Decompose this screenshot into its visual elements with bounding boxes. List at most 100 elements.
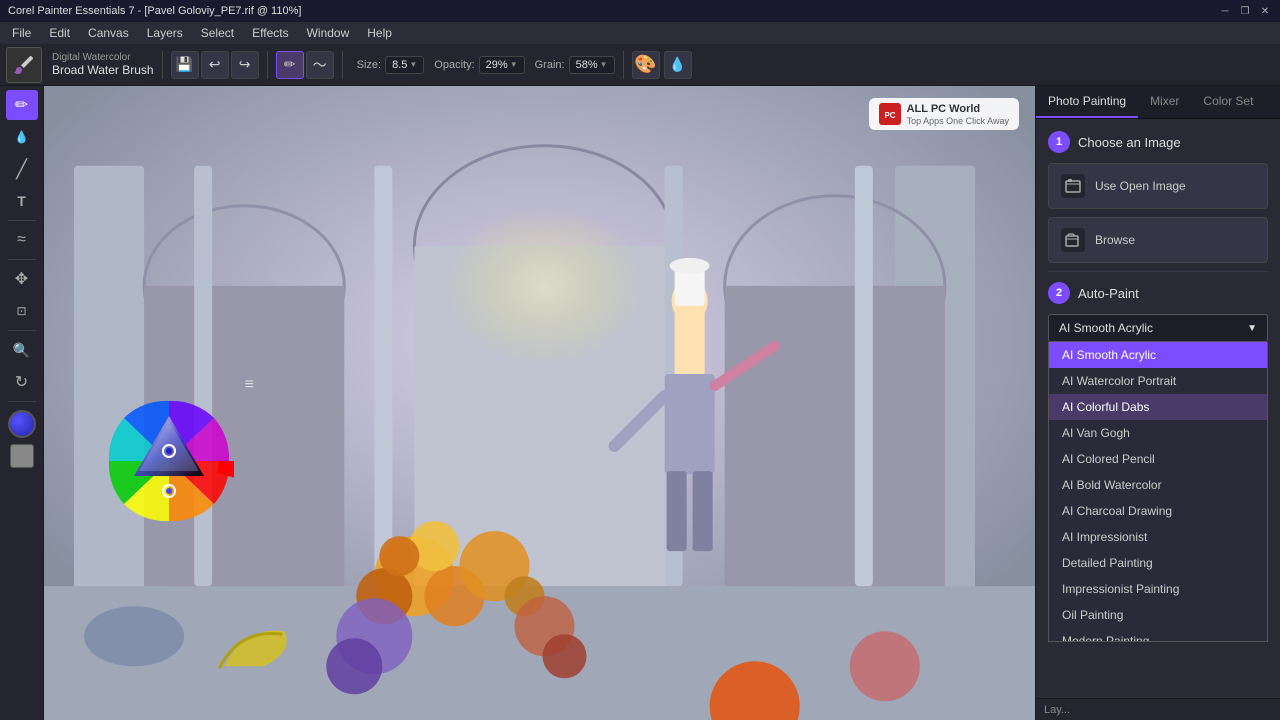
tab-photo-painting[interactable]: Photo Painting (1036, 86, 1138, 118)
menu-window[interactable]: Window (299, 24, 358, 42)
dropdown-item-colored-pencil[interactable]: AI Colored Pencil (1049, 446, 1267, 472)
use-open-image-button[interactable]: Use Open Image (1048, 163, 1268, 209)
tool-separator-3 (8, 330, 36, 331)
step2-header: 2 Auto-Paint (1048, 282, 1268, 304)
step1-circle: 1 (1048, 131, 1070, 153)
opacity-value[interactable]: 29% ▼ (479, 56, 525, 74)
watermark: PC ALL PC World Top Apps One Click Away (869, 98, 1019, 130)
tool-crop[interactable]: ⊡ (6, 296, 38, 326)
canvas-area[interactable]: ≡ (44, 86, 1035, 720)
step1-header: 1 Choose an Image (1048, 131, 1268, 153)
brush-preview[interactable] (6, 47, 42, 83)
dropdown-item-charcoal-drawing[interactable]: AI Charcoal Drawing (1049, 498, 1267, 524)
step2-label: Auto-Paint (1078, 286, 1139, 301)
size-value[interactable]: 8.5 ▼ (385, 56, 424, 74)
tab-mixer[interactable]: Mixer (1138, 86, 1191, 118)
browse-icon (1061, 228, 1085, 252)
tool-transform[interactable]: ✥ (6, 264, 38, 294)
opacity-label: Opacity: (434, 59, 474, 71)
dropdown-item-detailed-painting[interactable]: Detailed Painting (1049, 550, 1267, 576)
toolbar-separator-1 (162, 51, 163, 79)
save-button[interactable]: 💾 (171, 51, 199, 79)
dropdown-item-watercolor-portrait[interactable]: AI Watercolor Portrait (1049, 368, 1267, 394)
opacity-arrow: ▼ (510, 60, 518, 69)
grain-label: Grain: (535, 59, 565, 71)
color-wheel[interactable] (104, 396, 234, 526)
browse-label: Browse (1095, 233, 1135, 247)
dropdown-item-colorful-dabs[interactable]: AI Colorful Dabs (1049, 394, 1267, 420)
use-open-image-icon (1061, 174, 1085, 198)
use-open-image-label: Use Open Image (1095, 179, 1186, 193)
tool-dropper[interactable]: 💧 (6, 122, 38, 152)
tool-separator-2 (8, 259, 36, 260)
brush-name: Broad Water Brush (52, 63, 154, 77)
menu-bar: File Edit Canvas Layers Select Effects W… (0, 22, 1280, 44)
menu-layers[interactable]: Layers (139, 24, 191, 42)
grain-arrow: ▼ (600, 60, 608, 69)
left-tool-panel: ✏ 💧 ╱ T ≈ ✥ ⊡ 🔍 ↻ (0, 86, 44, 720)
dropdown-item-bold-watercolor[interactable]: AI Bold Watercolor (1049, 472, 1267, 498)
tool-line[interactable]: ╱ (6, 154, 38, 184)
watermark-text-block: ALL PC World Top Apps One Click Away (907, 102, 1009, 126)
dropdown-item-smooth-acrylic[interactable]: AI Smooth Acrylic (1049, 342, 1267, 368)
minimize-button[interactable]: ─ (1218, 4, 1232, 18)
menu-canvas[interactable]: Canvas (80, 24, 137, 42)
app-title: Corel Painter Essentials 7 - [Pavel Golo… (8, 5, 301, 17)
watermark-subtitle: Top Apps One Click Away (907, 116, 1009, 126)
menu-file[interactable]: File (4, 24, 39, 42)
watermark-logo: PC (879, 103, 901, 125)
size-label: Size: (357, 59, 381, 71)
tool-text[interactable]: T (6, 186, 38, 216)
menu-help[interactable]: Help (359, 24, 400, 42)
tool-blender[interactable]: ≈ (6, 225, 38, 255)
layers-stub-text: Lay... (1044, 704, 1070, 716)
paper-swatch[interactable] (10, 444, 34, 468)
restore-button[interactable]: ❐ (1238, 4, 1252, 18)
browse-button[interactable]: Browse (1048, 217, 1268, 263)
tool-separator-4 (8, 401, 36, 402)
dropdown-item-impressionist[interactable]: AI Impressionist (1049, 524, 1267, 550)
menu-select[interactable]: Select (193, 24, 242, 42)
undo-button[interactable]: ↩ (201, 51, 229, 79)
blender-tool-btn[interactable]: 〜 (306, 51, 334, 79)
grain-value[interactable]: 58% ▼ (569, 56, 615, 74)
brush-category: Digital Watercolor (52, 52, 154, 63)
dropdown-chevron-icon: ▼ (1247, 323, 1257, 334)
brush-tools: ✏ 〜 (276, 51, 334, 79)
dropdown-item-impressionist-painting[interactable]: Impressionist Painting (1049, 576, 1267, 602)
menu-effects[interactable]: Effects (244, 24, 296, 42)
layers-panel-stub: Lay... (1036, 698, 1280, 720)
eyedropper-btn[interactable]: 💧 (664, 51, 692, 79)
brush-tool-btn[interactable]: ✏ (276, 51, 304, 79)
color-picker-btn[interactable]: 🎨 (632, 51, 660, 79)
toolbar: Digital Watercolor Broad Water Brush 💾 ↩… (0, 44, 1280, 86)
tool-rotate[interactable]: ↻ (6, 367, 38, 397)
dropdown-selected-value: AI Smooth Acrylic (1059, 321, 1153, 335)
toolbar-separator-4 (623, 51, 624, 79)
color-wheel-menu[interactable]: ≡ (245, 376, 254, 394)
window-controls: ─ ❐ ✕ (1218, 4, 1272, 18)
right-panel: Photo Painting Mixer Color Set 1 Choose … (1035, 86, 1280, 720)
toolbar-separator-2 (267, 51, 268, 79)
svg-text:PC: PC (884, 111, 895, 120)
watermark-title: ALL PC World (907, 102, 1009, 116)
step2-circle: 2 (1048, 282, 1070, 304)
dropdown-item-modern-painting[interactable]: Modern Painting (1049, 628, 1267, 642)
color-swatch-foreground[interactable] (8, 410, 36, 438)
title-bar: Corel Painter Essentials 7 - [Pavel Golo… (0, 0, 1280, 22)
tab-color-set[interactable]: Color Set (1191, 86, 1265, 118)
dropdown-item-van-gogh[interactable]: AI Van Gogh (1049, 420, 1267, 446)
tool-brush[interactable]: ✏ (6, 90, 38, 120)
redo-button[interactable]: ↪ (231, 51, 259, 79)
auto-paint-dropdown-container: AI Smooth Acrylic ▼ AI Smooth Acrylic AI… (1048, 314, 1268, 342)
panel-tabs: Photo Painting Mixer Color Set (1036, 86, 1280, 119)
tool-separator-1 (8, 220, 36, 221)
file-actions: 💾 ↩ ↪ (171, 51, 259, 79)
step1-label: Choose an Image (1078, 135, 1181, 150)
tool-magnify[interactable]: 🔍 (6, 335, 38, 365)
menu-edit[interactable]: Edit (41, 24, 78, 42)
close-button[interactable]: ✕ (1258, 4, 1272, 18)
dropdown-item-oil-painting[interactable]: Oil Painting (1049, 602, 1267, 628)
auto-paint-dropdown-selected[interactable]: AI Smooth Acrylic ▼ (1048, 314, 1268, 342)
brush-info: Digital Watercolor Broad Water Brush (52, 52, 154, 77)
